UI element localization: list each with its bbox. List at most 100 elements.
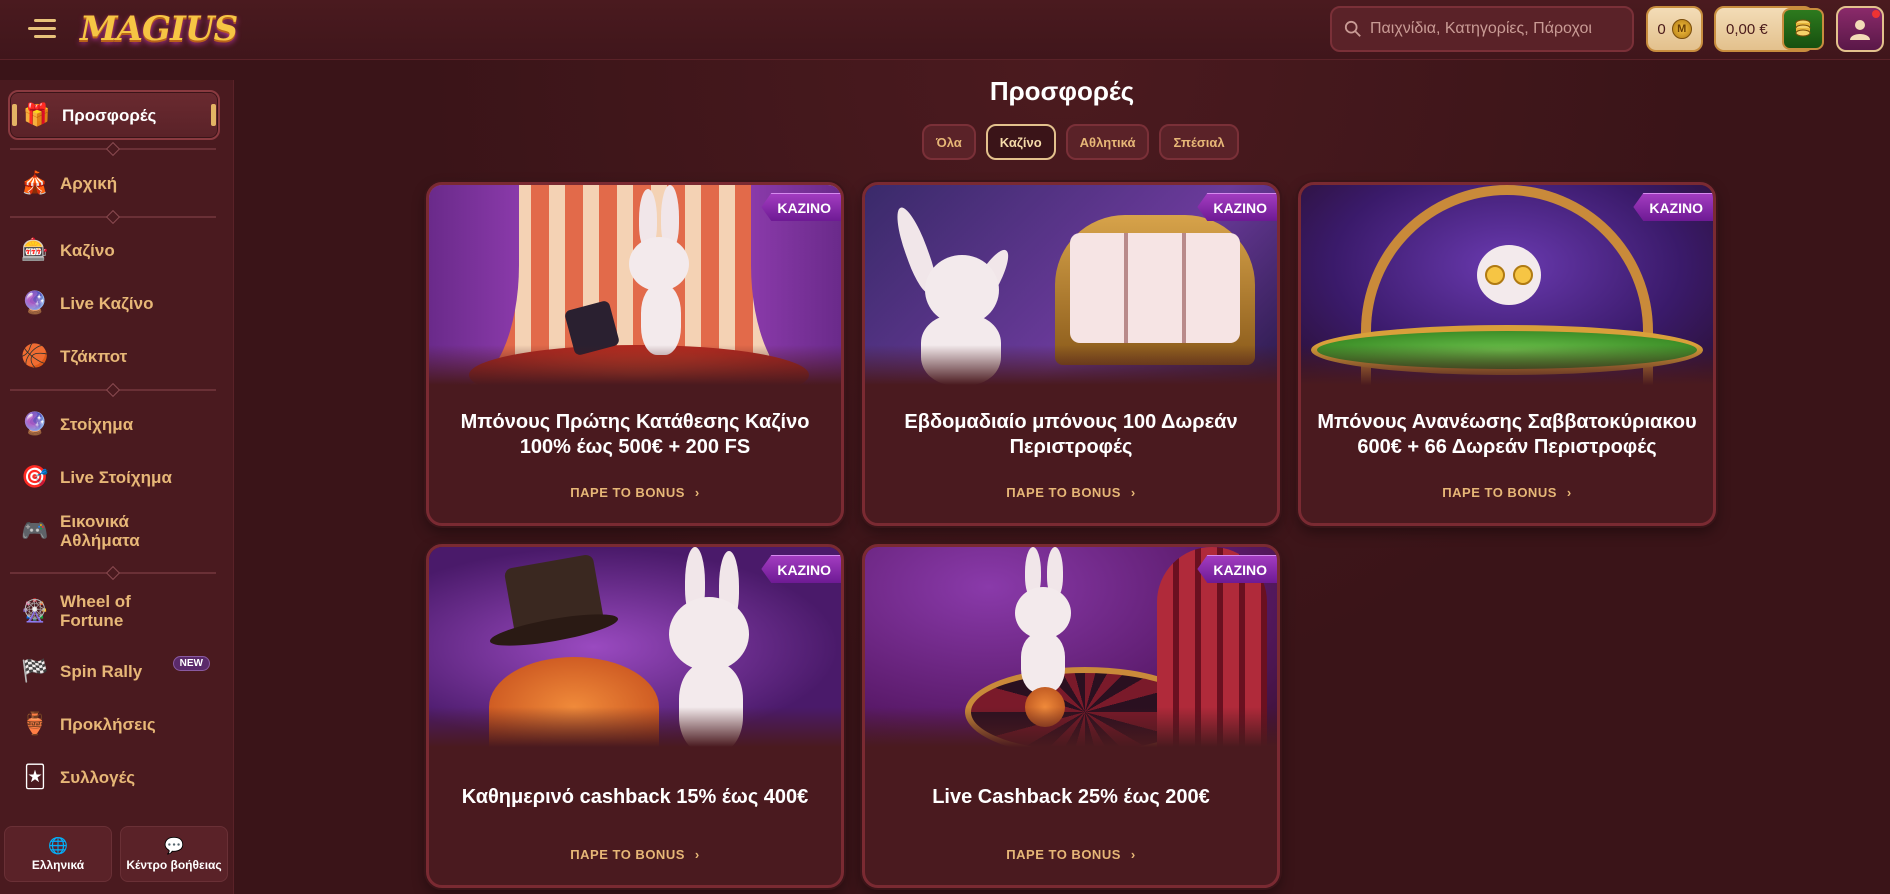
help-center-button[interactable]: 💬 Κέντρο βοήθειας <box>120 826 228 882</box>
coin-stack-icon <box>1795 19 1811 37</box>
claim-bonus-label: ΠΑΡΕ ΤΟ BONUS <box>1006 485 1121 500</box>
coins-balance[interactable]: 0 M <box>1646 6 1703 52</box>
sidebar-item-betting[interactable]: 🔮 Στοίχημα <box>8 399 220 449</box>
sidebar-divider <box>10 572 216 574</box>
chevron-right-icon: › <box>694 485 700 500</box>
gift-hat-icon: 🎁 <box>23 102 51 128</box>
snow-globe-icon: 🔮 <box>21 411 49 437</box>
tab-casino[interactable]: Καζίνο <box>985 124 1056 160</box>
sidebar-item-label: Τζάκποτ <box>60 346 128 366</box>
crystal-ball-icon: 🔮 <box>21 290 49 316</box>
user-avatar-icon <box>1850 20 1870 40</box>
chevron-right-icon: › <box>1130 847 1136 862</box>
tab-special[interactable]: Σπέσιαλ <box>1159 124 1239 160</box>
claim-bonus-link[interactable]: ΠΑΡΕ ΤΟ BONUS › <box>429 847 841 862</box>
cards-icon: 🃏 <box>23 764 47 790</box>
sidebar-item-offers[interactable]: 🎁 Προσφορές <box>8 90 220 140</box>
sidebar-footer: 🌐 Ελληνικά 💬 Κέντρο βοήθειας <box>0 826 234 888</box>
sidebar-divider <box>10 148 216 150</box>
language-button[interactable]: 🌐 Ελληνικά <box>4 826 112 882</box>
coin-icon: M <box>1671 19 1692 39</box>
sidebar-item-wheel-of-fortune[interactable]: 🎡 Wheel of Fortune <box>8 586 220 636</box>
search-bar[interactable] <box>1330 6 1634 52</box>
sidebar-divider <box>10 389 216 391</box>
sidebar-item-live-casino[interactable]: 🔮 Live Καζίνο <box>8 278 220 328</box>
claim-bonus-label: ΠΑΡΕ ΤΟ BONUS <box>1442 485 1557 500</box>
notification-dot <box>1872 10 1880 18</box>
sidebar-list: 🎁 Προσφορές 🎪 Αρχική 🎰 Καζίνο 🔮 Live Καζ… <box>0 80 234 820</box>
chevron-right-icon: › <box>1566 485 1572 500</box>
promo-title: Καθημερινό cashback 15% έως 400€ <box>461 785 809 808</box>
category-tag: KAZINO <box>1197 555 1277 583</box>
sidebar-divider <box>10 216 216 218</box>
promo-title: Live Cashback 25% έως 200€ <box>932 785 1210 808</box>
home-tent-icon: 🎪 <box>21 170 49 196</box>
chevron-right-icon: › <box>1130 485 1136 500</box>
jackpot-icon: 🏀 <box>21 343 49 369</box>
category-tag: KAZINO <box>761 555 841 583</box>
claim-bonus-label: ΠΑΡΕ ΤΟ BONUS <box>570 485 685 500</box>
chevron-right-icon: › <box>694 847 700 862</box>
balance-amount: 0,00 € <box>1726 20 1768 38</box>
wheel-icon: 🎡 <box>21 598 49 624</box>
claim-bonus-link[interactable]: ΠΑΡΕ ΤΟ BONUS › <box>429 485 841 500</box>
search-input[interactable] <box>1370 20 1620 38</box>
promo-card[interactable]: KAZINO Μπόνους Ανανέωσης Σαββατοκύριακου… <box>1298 182 1716 526</box>
sidebar-item-label: Spin Rally <box>60 661 143 681</box>
claim-bonus-link[interactable]: ΠΑΡΕ ΤΟ BONUS › <box>1301 485 1713 500</box>
category-tag: KAZINO <box>1197 193 1277 221</box>
page-title: Προσφορές <box>989 76 1135 106</box>
sidebar-item-label: Live Καζίνο <box>60 293 154 313</box>
live-bet-icon: 🎯 <box>21 464 49 490</box>
sidebar-item-spin-rally[interactable]: 🏁 Spin Rally NEW <box>8 646 220 696</box>
sidebar-item-label: Καζίνο <box>60 240 115 260</box>
sidebar-item-casino[interactable]: 🎰 Καζίνο <box>8 225 220 275</box>
promo-title: Εβδομαδιαίο μπόνους 100 Δωρεάν Περιστροφ… <box>904 411 1238 458</box>
claim-bonus-label: ΠΑΡΕ ΤΟ BONUS <box>570 847 685 862</box>
profile-button[interactable] <box>1836 6 1884 52</box>
sidebar-item-label: Αρχική <box>60 173 118 193</box>
sidebar-item-home[interactable]: 🎪 Αρχική <box>8 158 220 208</box>
sidebar-item-challenges[interactable]: 🏺 Προκλήσεις <box>8 699 220 749</box>
sidebar-item-label: Προκλήσεις <box>60 714 156 734</box>
category-tag: KAZINO <box>1633 193 1713 221</box>
search-icon <box>1344 20 1361 37</box>
sidebar-item-label: Wheel of Fortune <box>60 592 131 630</box>
slot-reels-icon: 🎰 <box>21 237 49 263</box>
claim-bonus-link[interactable]: ΠΑΡΕ ΤΟ BONUS › <box>865 485 1277 500</box>
sidebar-item-jackpot[interactable]: 🏀 Τζάκποτ <box>8 331 220 381</box>
promo-card[interactable]: KAZINO Εβδομαδιαίο μπόνους 100 Δωρεάν Πε… <box>862 182 1280 526</box>
sidebar-item-label: Εικονικά Αθλήματα <box>60 512 140 550</box>
globe-icon: 🌐 <box>48 838 68 855</box>
tab-sports[interactable]: Αθλητικά <box>1065 124 1150 160</box>
language-label: Ελληνικά <box>31 858 85 872</box>
help-label: Κέντρο βοήθειας <box>126 858 222 872</box>
sidebar-item-label: Live Στοίχημα <box>60 467 172 487</box>
deposit-button[interactable] <box>1782 8 1824 50</box>
filter-tabs: Όλα Καζίνο Αθλητικά Σπέσιαλ <box>922 124 1239 160</box>
gamepad-icon: 🎮 <box>21 518 49 544</box>
sidebar-item-collections[interactable]: 🃏 Συλλογές <box>8 752 220 802</box>
coins-value: 0 <box>1657 20 1666 38</box>
claim-bonus-label: ΠΑΡΕ ΤΟ BONUS <box>1006 847 1121 862</box>
promo-card[interactable]: KAZINO Μπόνους Πρώτης Κατάθεσης Καζίνο 1… <box>426 182 844 526</box>
sidebar-item-label: Στοίχημα <box>60 414 134 434</box>
promo-title: Μπόνους Ανανέωσης Σαββατοκύριακου 600€ +… <box>1317 411 1697 458</box>
promo-card[interactable]: KAZINO Live Cashback 25% έως 200€ ΠΑΡΕ Τ… <box>862 544 1280 888</box>
promo-card[interactable]: KAZINO Καθημερινό cashback 15% έως 400€ … <box>426 544 844 888</box>
site-logo[interactable]: MAGIUS <box>80 6 238 52</box>
sidebar-item-virtual-sports[interactable]: 🎮 Εικονικά Αθλήματα <box>8 506 220 556</box>
sidebar: 🎁 Προσφορές 🎪 Αρχική 🎰 Καζίνο 🔮 Live Καζ… <box>0 80 234 894</box>
claim-bonus-link[interactable]: ΠΑΡΕ ΤΟ BONUS › <box>865 847 1277 862</box>
top-header: MAGIUS 0 M 0,00 € <box>0 0 1890 60</box>
sidebar-item-live-betting[interactable]: 🎯 Live Στοίχημα <box>8 452 220 502</box>
tab-all[interactable]: Όλα <box>922 124 976 160</box>
menu-icon[interactable] <box>24 17 56 41</box>
chat-bubble-icon: 💬 <box>164 838 184 855</box>
racing-flag-icon: 🏁 <box>21 658 49 684</box>
main-content: Προσφορές Όλα Καζίνο Αθλητικά Σπέσιαλ KA… <box>234 60 1890 894</box>
trophy-icon: 🏺 <box>21 711 49 737</box>
sidebar-item-label: Συλλογές <box>60 767 136 787</box>
new-badge: NEW <box>172 656 210 671</box>
category-tag: KAZINO <box>761 193 841 221</box>
